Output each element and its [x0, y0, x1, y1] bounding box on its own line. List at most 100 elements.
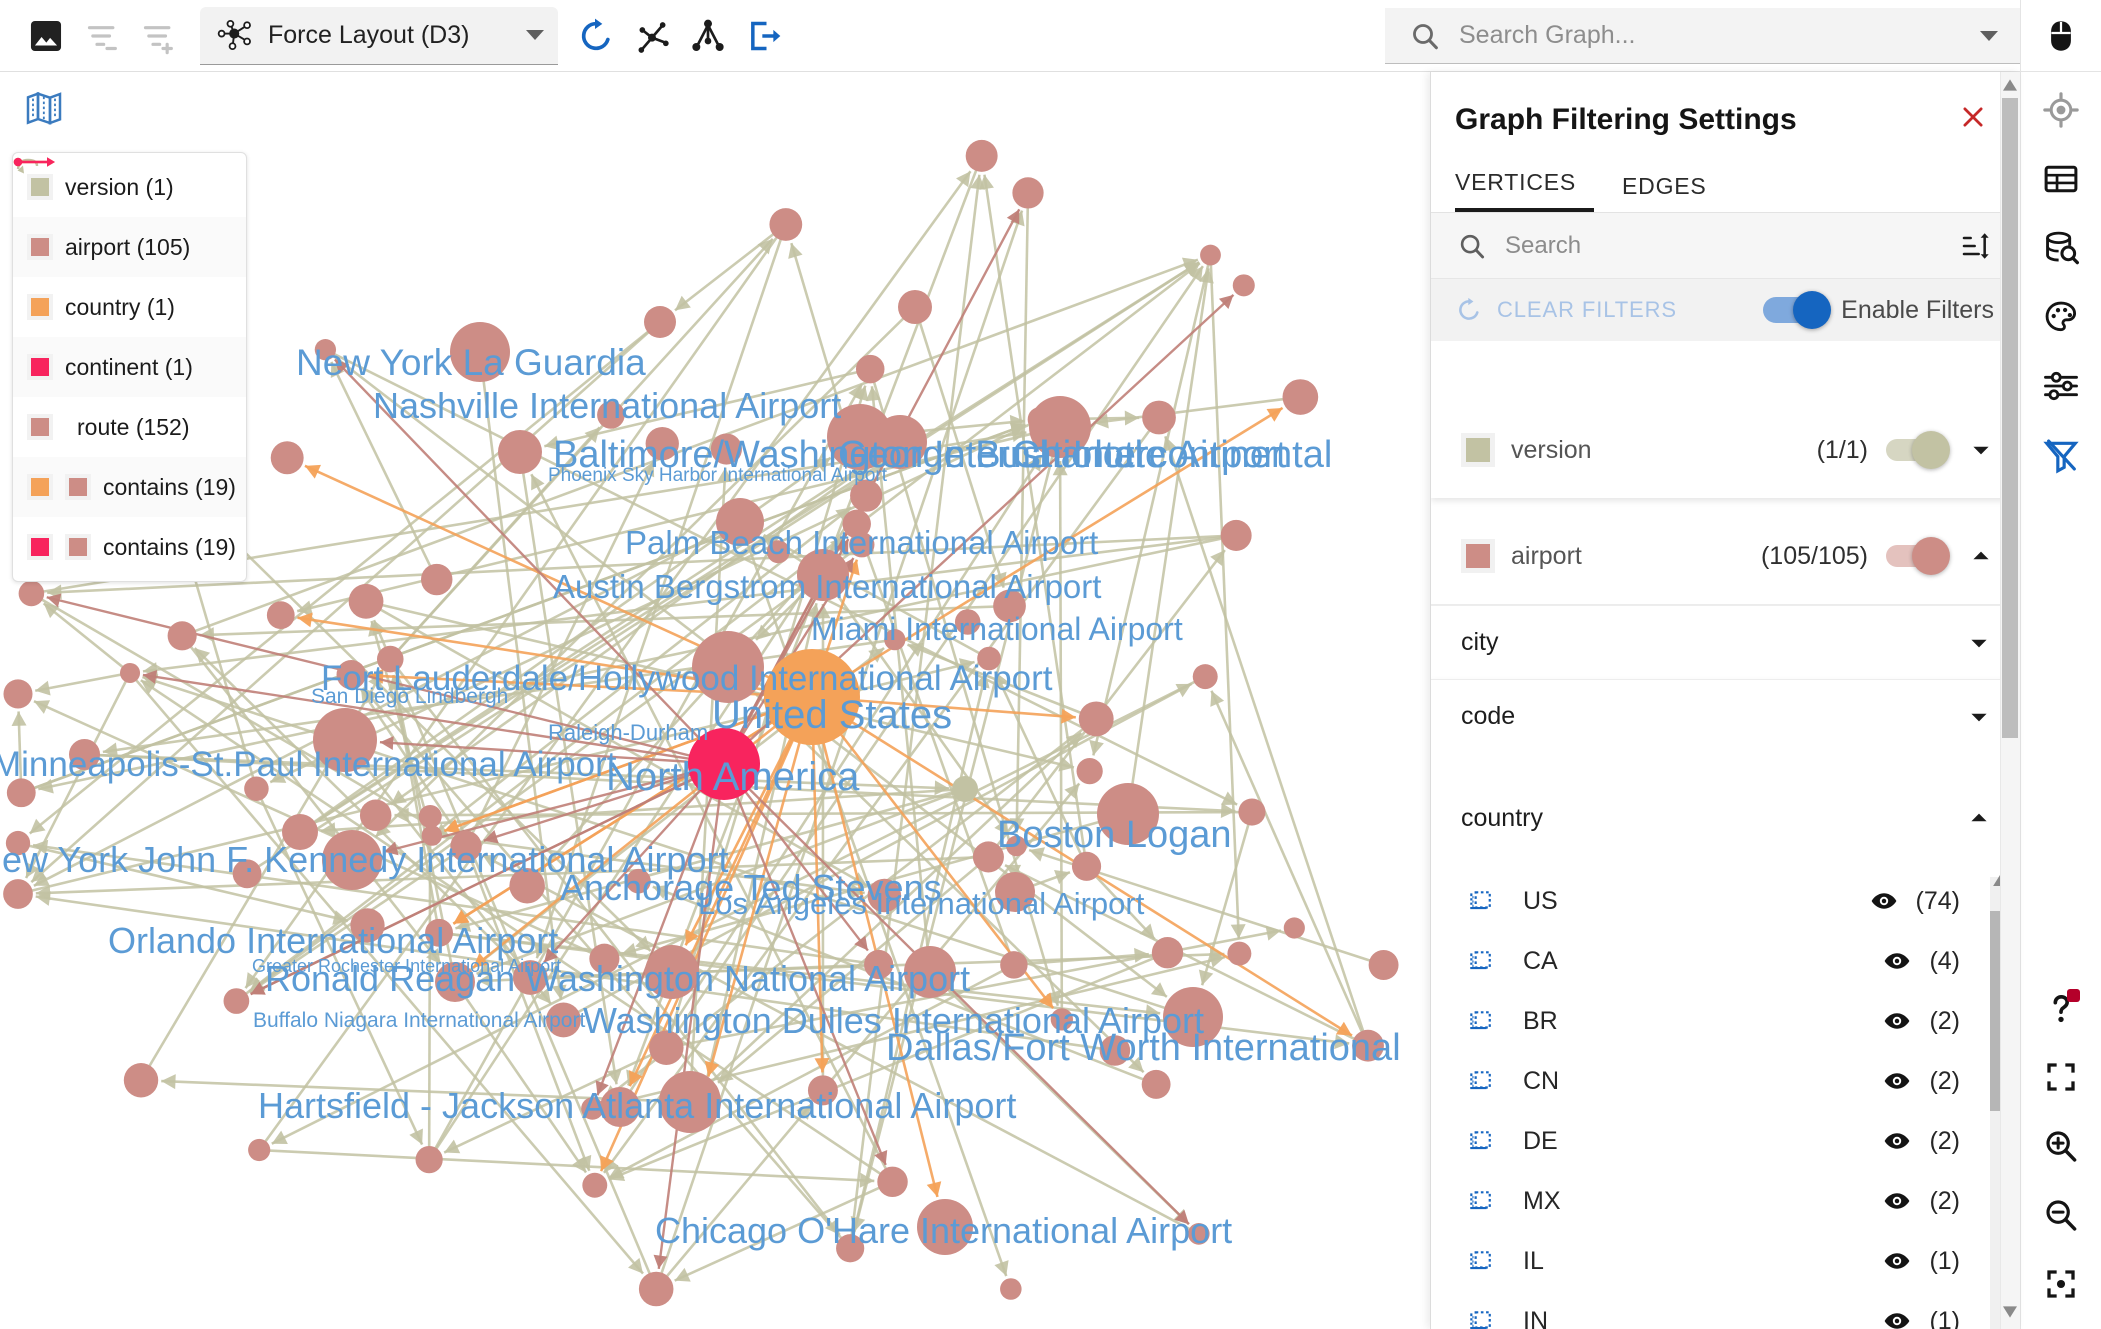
graph-node[interactable] [1163, 987, 1223, 1047]
graph-node[interactable] [435, 962, 475, 1002]
graph-node[interactable] [421, 563, 453, 596]
graph-node[interactable] [977, 646, 1001, 671]
attribute-row-code[interactable]: code [1431, 679, 2020, 753]
chevron-up-icon[interactable] [1968, 543, 1994, 569]
filter-remove-icon[interactable] [74, 8, 130, 64]
select-subgraph-icon[interactable] [1467, 1128, 1493, 1154]
graph-node[interactable] [952, 776, 978, 802]
graph-node[interactable] [167, 621, 197, 651]
graph-node[interactable] [645, 426, 679, 461]
graph-node[interactable] [5, 830, 31, 856]
search-chevron-down-icon[interactable] [1980, 30, 1998, 41]
graph-node[interactable] [1232, 274, 1255, 297]
graph-node[interactable] [692, 631, 764, 703]
graph-node[interactable] [849, 532, 875, 558]
graph-node[interactable] [1050, 1008, 1073, 1031]
graph-node[interactable] [314, 339, 337, 361]
graph-node[interactable] [898, 290, 932, 324]
chevron-up-icon[interactable] [1966, 805, 1992, 831]
graph-node[interactable] [954, 609, 981, 635]
graph-node[interactable] [884, 629, 906, 651]
graph-node[interactable] [645, 945, 699, 999]
graph-node[interactable] [415, 1146, 443, 1174]
graph-node[interactable] [864, 949, 894, 980]
visibility-eye-icon[interactable] [1883, 1187, 1911, 1215]
visibility-eye-icon[interactable] [1883, 1007, 1911, 1035]
chevron-down-icon[interactable] [1966, 704, 1992, 730]
graph-node[interactable] [1006, 835, 1027, 857]
chevron-down-icon[interactable] [1966, 630, 1992, 656]
filter-toggle[interactable] [1886, 537, 1950, 575]
graph-node[interactable] [1200, 244, 1221, 266]
graph-node[interactable] [1192, 664, 1218, 690]
center-focus-icon[interactable] [2030, 79, 2092, 141]
graph-node[interactable] [1076, 758, 1103, 785]
graph-node[interactable] [597, 401, 625, 429]
graph-node[interactable] [120, 662, 141, 683]
graph-node[interactable] [917, 1199, 973, 1255]
graph-node[interactable] [644, 306, 676, 338]
graph-node[interactable] [600, 1087, 640, 1127]
panel-search-input[interactable]: Search [1431, 213, 2020, 279]
mouse-icon[interactable] [2030, 5, 2092, 67]
database-search-icon[interactable] [2030, 217, 2092, 279]
graph-node[interactable] [766, 540, 790, 564]
graph-node[interactable] [6, 778, 36, 808]
panel-scrollbar-thumb[interactable] [2002, 98, 2018, 738]
graph-node[interactable] [807, 1075, 838, 1106]
graph-node[interactable] [350, 908, 385, 943]
graph-node[interactable] [877, 1166, 908, 1198]
tune-icon[interactable] [2030, 355, 2092, 417]
graph-node[interactable] [313, 708, 377, 772]
graph-node[interactable] [1227, 941, 1252, 966]
legend-item[interactable]: route (152) [13, 158, 246, 457]
zoom-out-icon[interactable] [2030, 1184, 2092, 1246]
graph-node[interactable] [266, 601, 295, 630]
image-icon[interactable] [18, 8, 74, 64]
graph-node[interactable] [626, 868, 651, 894]
select-subgraph-icon[interactable] [1467, 1068, 1493, 1094]
graph-node[interactable] [1352, 1029, 1384, 1062]
legend-item[interactable]: contains (19) [13, 157, 246, 517]
graph-node[interactable] [995, 872, 1035, 912]
graph-node[interactable] [904, 946, 956, 998]
graph-node[interactable] [993, 589, 1026, 623]
graph-node[interactable] [421, 825, 443, 846]
graph-node[interactable] [223, 988, 250, 1014]
graph-node[interactable] [855, 354, 885, 384]
select-subgraph-icon[interactable] [1467, 1308, 1493, 1329]
graph-node[interactable] [3, 679, 33, 709]
graph-node[interactable] [589, 943, 620, 974]
graph-node[interactable] [282, 814, 318, 850]
graph-node[interactable] [687, 1078, 720, 1112]
graph-node[interactable] [836, 1234, 865, 1263]
legend-item[interactable]: country (1) [13, 277, 246, 337]
graph-node[interactable] [248, 1138, 271, 1162]
graph-node[interactable] [509, 867, 545, 904]
graph-node[interactable] [769, 208, 803, 241]
graph-node[interactable] [1071, 851, 1102, 881]
graph-node[interactable] [348, 583, 384, 619]
graph-node[interactable] [873, 415, 927, 469]
attribute-row-country[interactable]: country [1431, 765, 2020, 871]
country-value-row[interactable]: US (74) [1431, 871, 2020, 931]
select-subgraph-icon[interactable] [1467, 1008, 1493, 1034]
scroll-up-arrow-icon[interactable] [2003, 78, 2017, 96]
graph-node[interactable] [69, 738, 101, 771]
zoom-in-icon[interactable] [2030, 1115, 2092, 1177]
graph-node[interactable] [1151, 937, 1184, 969]
graph-node[interactable] [232, 859, 262, 889]
graph-node[interactable] [1000, 951, 1028, 979]
close-icon[interactable] [1952, 96, 1994, 143]
country-value-row[interactable]: IN (1) [1431, 1291, 2020, 1329]
chevron-down-icon[interactable] [526, 30, 544, 40]
expand-node-icon[interactable] [624, 8, 680, 64]
graph-node[interactable] [581, 1097, 604, 1120]
visibility-eye-icon[interactable] [1883, 1067, 1911, 1095]
attribute-row-city[interactable]: city [1431, 605, 2020, 679]
graph-node[interactable] [764, 649, 860, 745]
graph-node[interactable] [1099, 1035, 1131, 1066]
graph-node[interactable] [3, 879, 33, 909]
filter-off-icon[interactable] [2030, 424, 2092, 486]
search-graph-input[interactable]: Search Graph... [1385, 8, 2020, 64]
